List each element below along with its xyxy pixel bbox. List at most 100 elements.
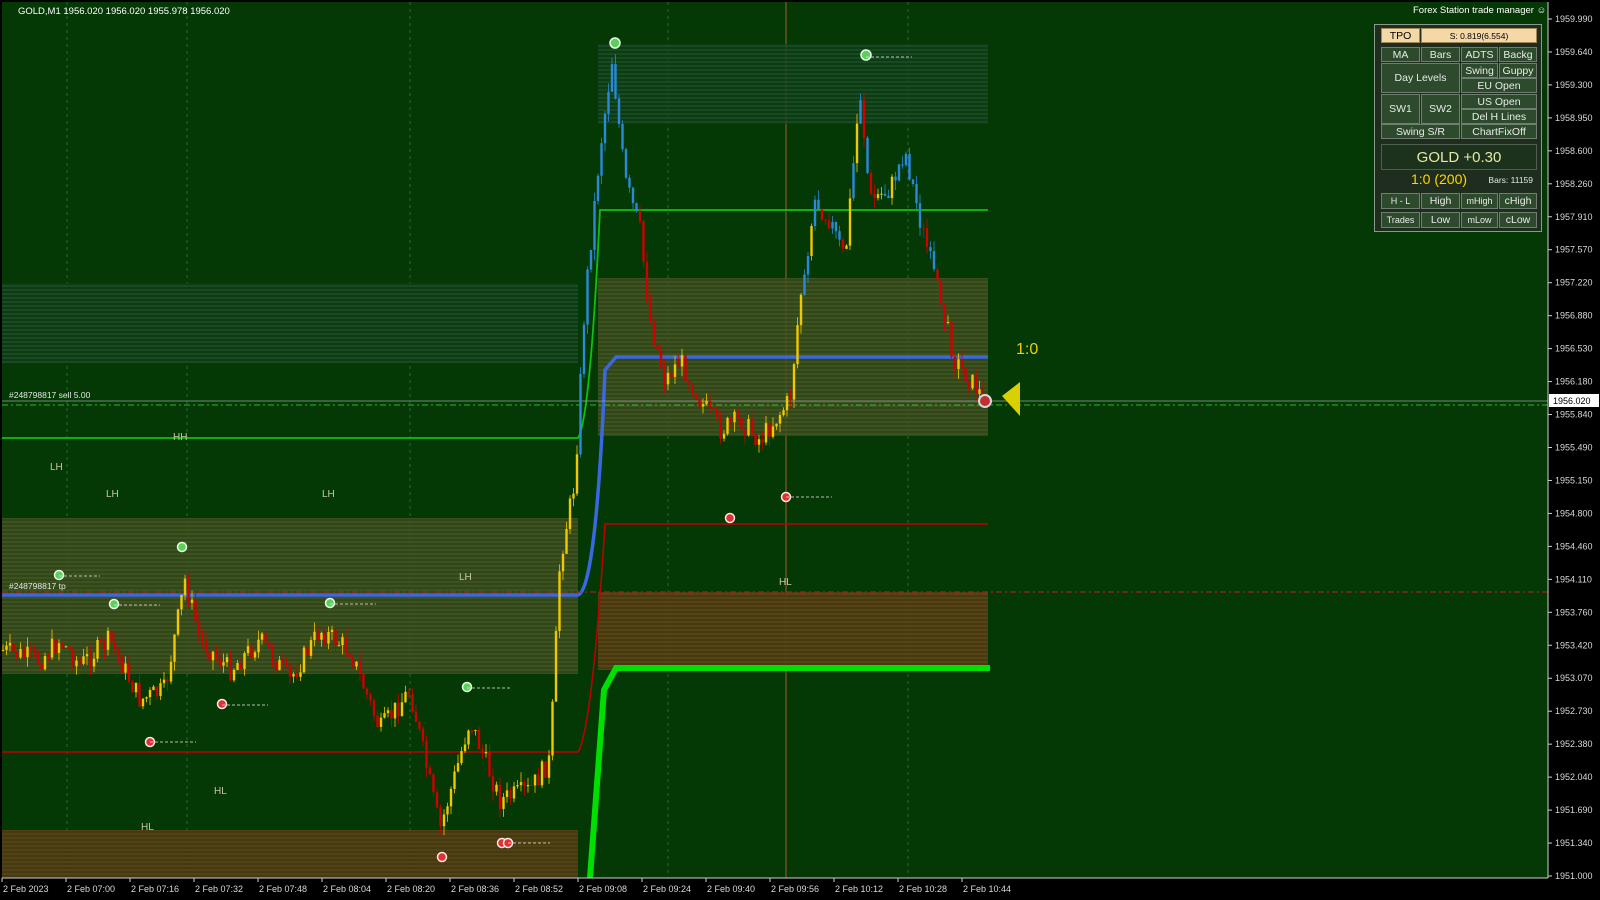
candle-body	[43, 656, 47, 670]
candle-body	[484, 752, 488, 754]
candle-body	[691, 384, 694, 395]
trades-button[interactable]: Trades	[1381, 212, 1420, 228]
candle-body	[498, 784, 502, 809]
candle-body	[642, 221, 645, 262]
clow-button[interactable]: cLow	[1499, 212, 1537, 228]
price-tick-label: 1955.840	[1555, 410, 1593, 420]
price-tick-label: 1951.690	[1555, 805, 1593, 815]
candle-body	[449, 788, 453, 807]
candle-body	[677, 364, 680, 367]
candle-body	[267, 641, 271, 649]
spread-display: S: 0.819(6.554)	[1421, 28, 1537, 43]
tpo-button[interactable]: TPO	[1381, 28, 1420, 43]
candle-body	[250, 646, 253, 658]
us-open-button[interactable]: US Open	[1461, 94, 1537, 109]
time-tick-label: 2 Feb 08:20	[387, 884, 435, 894]
swing-button[interactable]: Swing	[1461, 63, 1498, 78]
candle-body	[971, 374, 974, 389]
swing-label-lh: LH	[106, 489, 119, 500]
candle-body	[236, 663, 239, 670]
candle-body	[946, 322, 950, 324]
candle-body	[593, 200, 596, 250]
candle-body	[103, 641, 106, 650]
bars-button[interactable]: Bars	[1421, 47, 1460, 62]
candle-body	[638, 211, 642, 222]
mhigh-button[interactable]: mHigh	[1461, 193, 1498, 209]
candle-body	[523, 782, 526, 787]
candle-body	[600, 143, 603, 176]
candle-body	[624, 149, 628, 178]
price-chart[interactable]: 1:0 HH LH LH LH LH HL HL HL #248798817 s…	[0, 0, 1600, 900]
chigh-button[interactable]: cHigh	[1499, 193, 1537, 209]
candle-body	[565, 528, 568, 554]
sell-order-label[interactable]: #248798817 sell 5.00	[9, 390, 91, 400]
candle-body	[939, 280, 943, 305]
candle-body	[908, 153, 911, 180]
candle-body	[323, 632, 327, 644]
swing-high-marker	[176, 541, 188, 553]
candle-body	[838, 231, 841, 240]
tp-order-label[interactable]: #248798817 tp	[9, 581, 66, 591]
candle-body	[481, 748, 484, 754]
swing-high-marker	[324, 597, 336, 609]
candle-body	[558, 571, 561, 632]
swing-sr-button[interactable]: Swing S/R	[1381, 124, 1460, 139]
candle-body	[932, 251, 936, 270]
sw1-button[interactable]: SW1	[1381, 94, 1420, 124]
candle-body	[225, 657, 229, 663]
price-tick-label: 1953.420	[1555, 640, 1593, 650]
candle-body	[554, 631, 558, 702]
candle-body	[285, 662, 288, 665]
candle-body	[36, 651, 40, 664]
candle-body	[572, 493, 575, 499]
adts-button[interactable]: ADTS	[1461, 47, 1498, 62]
price-tick-label: 1955.150	[1555, 475, 1593, 485]
h-l-button[interactable]: H - L	[1381, 193, 1420, 209]
candle-body	[869, 172, 873, 194]
candle-body	[5, 645, 8, 651]
time-tick-label: 2 Feb 07:16	[131, 884, 179, 894]
candle-body	[694, 394, 698, 399]
candle-body	[278, 659, 281, 671]
day-levels-button[interactable]: Day Levels	[1381, 63, 1460, 93]
price-tick-label: 1954.800	[1555, 508, 1593, 518]
candle-body	[827, 220, 831, 229]
high-button[interactable]: High	[1421, 193, 1460, 209]
mlow-button[interactable]: mLow	[1461, 212, 1498, 228]
price-tick-label: 1952.730	[1555, 706, 1593, 716]
candle-body	[365, 688, 369, 695]
candle-body	[316, 631, 320, 640]
candle-body	[414, 711, 418, 722]
time-tick-label: 2 Feb 07:32	[195, 884, 243, 894]
del-h-lines-button[interactable]: Del H Lines	[1461, 109, 1537, 124]
candle-body	[796, 325, 799, 365]
candle-body	[820, 209, 824, 220]
candle-body	[705, 400, 708, 404]
chart-fix-button[interactable]: ChartFixOff	[1461, 124, 1537, 139]
candle-body	[134, 682, 138, 693]
swing-low-marker	[724, 512, 736, 524]
candle-body	[673, 364, 677, 377]
sw2-button[interactable]: SW2	[1421, 94, 1460, 124]
candle-body	[561, 553, 565, 572]
candle-body	[348, 652, 351, 658]
backg-button[interactable]: Backg	[1499, 47, 1537, 62]
candle-body	[596, 175, 600, 201]
candle-body	[330, 629, 334, 633]
gold-profit-display: GOLD +0.30	[1381, 144, 1537, 170]
candle-body	[547, 755, 551, 778]
candle-body	[866, 137, 869, 173]
guppy-button[interactable]: Guppy	[1499, 63, 1537, 78]
swing-label-lh: LH	[50, 462, 63, 473]
ma-button[interactable]: MA	[1381, 47, 1420, 62]
swing-label-hl: HL	[779, 577, 792, 588]
smiley-icon[interactable]: ☺	[1537, 5, 1547, 16]
swing-label-lh: LH	[459, 572, 472, 583]
candle-body	[271, 648, 274, 662]
candle-body	[460, 751, 463, 764]
time-tick-label: 2 Feb 08:04	[323, 884, 371, 894]
candle-body	[386, 710, 390, 714]
low-button[interactable]: Low	[1421, 212, 1460, 228]
eu-open-button[interactable]: EU Open	[1461, 78, 1537, 93]
candle-body	[155, 686, 159, 696]
